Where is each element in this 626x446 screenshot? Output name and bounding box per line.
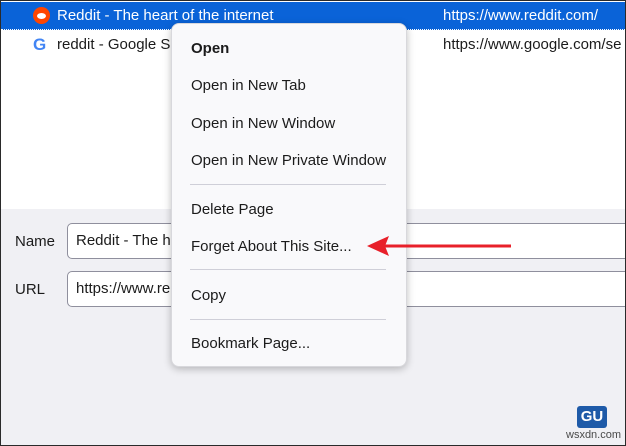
menu-item-forget-site[interactable]: Forget About This Site... — [191, 238, 352, 255]
menu-item-open[interactable]: Open — [191, 40, 229, 57]
menu-separator — [190, 184, 386, 185]
menu-item-open-private-window[interactable]: Open in New Private Window — [191, 152, 386, 169]
menu-item-open-new-tab[interactable]: Open in New Tab — [191, 77, 306, 94]
url-value: https://www.re — [76, 280, 171, 297]
watermark-text: wsxdn.com — [566, 429, 622, 441]
menu-separator — [190, 269, 386, 270]
menu-item-bookmark-page[interactable]: Bookmark Page... — [191, 335, 310, 352]
reddit-icon — [33, 7, 50, 24]
library-window: Reddit - The heart of the internet https… — [0, 0, 626, 446]
context-menu: Open Open in New Tab Open in New Window … — [171, 23, 407, 367]
history-title: Reddit - The heart of the internet — [57, 7, 274, 24]
history-title: reddit - Google S — [57, 36, 171, 53]
history-url: https://www.google.com/se — [443, 36, 622, 53]
name-value: Reddit - The h — [76, 232, 171, 249]
google-icon: G — [33, 35, 47, 54]
watermark-logo: GU — [577, 406, 607, 428]
menu-item-delete-page[interactable]: Delete Page — [191, 201, 274, 218]
annotation-arrow-icon — [367, 236, 511, 256]
url-label: URL — [15, 281, 46, 298]
name-label: Name — [15, 233, 56, 250]
menu-item-open-new-window[interactable]: Open in New Window — [191, 115, 335, 132]
menu-item-copy[interactable]: Copy — [191, 287, 226, 304]
history-url: https://www.reddit.com/ — [443, 7, 599, 24]
menu-separator — [190, 319, 386, 320]
